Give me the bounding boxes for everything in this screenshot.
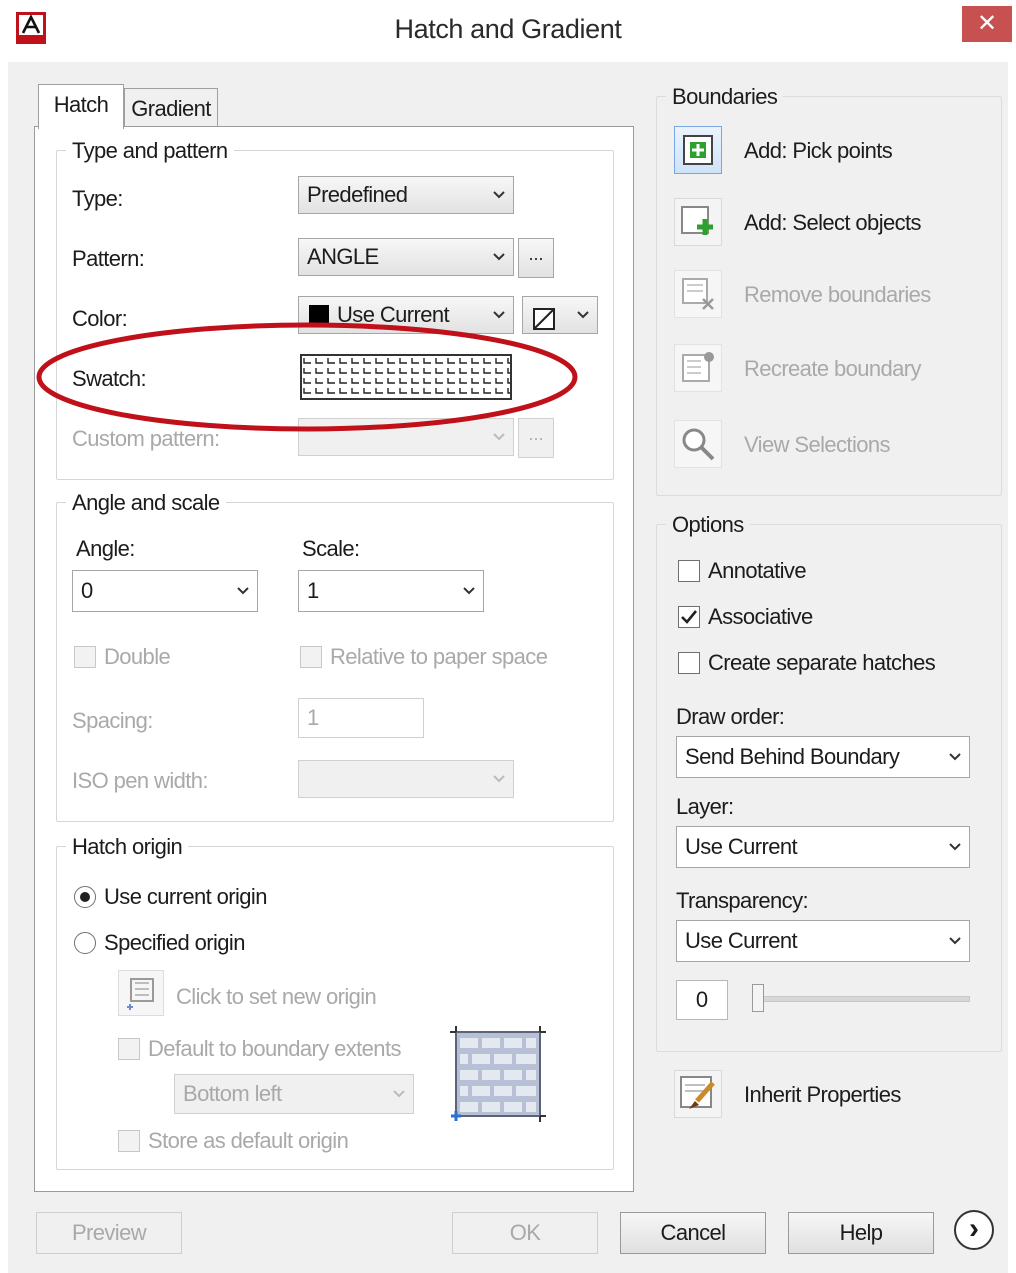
chevron-down-icon (947, 933, 963, 949)
remove-boundaries-label[interactable]: Remove boundaries (744, 282, 931, 308)
recreate-boundary-button[interactable] (674, 344, 722, 392)
more-options-button[interactable]: › (954, 1210, 994, 1250)
relative-paper-space-label: Relative to paper space (330, 644, 548, 669)
recreate-boundary-label[interactable]: Recreate boundary (744, 356, 922, 382)
draw-order-combobox[interactable]: Send Behind Boundary (676, 736, 970, 778)
paintbrush-icon (680, 1076, 715, 1109)
type-combobox[interactable]: Predefined (298, 176, 514, 214)
spacing-input[interactable]: 1 (298, 698, 424, 738)
type-label: Type: (72, 186, 123, 211)
layer-value: Use Current (685, 834, 798, 859)
select-objects-icon (681, 206, 713, 235)
origin-position-value: Bottom left (183, 1081, 282, 1106)
layer-label: Layer: (676, 794, 734, 819)
transparency-value: Use Current (685, 928, 798, 953)
angle-label: Angle: (76, 536, 135, 561)
hatch-origin-title: Hatch origin (66, 834, 189, 860)
spacing-label: Spacing: (72, 708, 153, 733)
transparency-label: Transparency: (676, 888, 809, 913)
chevron-down-icon (947, 749, 963, 765)
store-default-origin-checkbox[interactable] (118, 1130, 140, 1152)
store-default-origin-label: Store as default origin (148, 1128, 349, 1153)
inherit-properties-label[interactable]: Inherit Properties (744, 1082, 901, 1108)
chevron-down-icon (491, 187, 507, 203)
origin-position-combobox[interactable]: Bottom left (174, 1074, 414, 1114)
angle-combobox[interactable]: 0 (72, 570, 258, 612)
ok-button[interactable]: OK (452, 1212, 598, 1254)
close-button[interactable]: ✕ (962, 6, 1012, 42)
scale-label: Scale: (302, 536, 360, 561)
radio-dot (80, 892, 90, 902)
set-origin-icon (127, 978, 154, 1010)
inherit-properties-button[interactable] (674, 1070, 722, 1118)
double-label: Double (104, 644, 171, 669)
draw-order-label: Draw order: (676, 704, 785, 729)
chevron-down-icon (947, 839, 963, 855)
use-current-origin-radio[interactable] (74, 886, 96, 908)
view-selections-label[interactable]: View Selections (744, 432, 891, 458)
specified-origin-radio[interactable] (74, 932, 96, 954)
boundaries-title: Boundaries (666, 84, 784, 110)
associative-label: Associative (708, 604, 813, 629)
chevron-down-icon (461, 583, 477, 599)
specified-origin-label: Specified origin (104, 930, 245, 955)
transparency-amount-input[interactable]: 0 (676, 980, 728, 1020)
magnifier-icon (682, 428, 715, 461)
options-title: Options (666, 512, 750, 538)
iso-pen-width-label: ISO pen width: (72, 768, 209, 793)
create-separate-hatches-label: Create separate hatches (708, 650, 936, 675)
origin-preview-icon (448, 1026, 548, 1124)
recreate-boundary-icon (682, 352, 714, 382)
help-button[interactable]: Help (788, 1212, 934, 1254)
chevron-right-icon: › (969, 1212, 979, 1245)
use-current-origin-label: Use current origin (104, 884, 267, 909)
pick-points-icon (683, 135, 713, 165)
angle-and-scale-title: Angle and scale (66, 490, 226, 516)
chevron-down-icon (235, 583, 251, 599)
draw-order-value: Send Behind Boundary (685, 744, 900, 769)
chevron-down-icon (391, 1086, 407, 1102)
angle-value: 0 (81, 578, 93, 603)
click-set-origin-button[interactable] (118, 970, 164, 1016)
create-separate-hatches-checkbox[interactable] (678, 652, 700, 674)
pattern-value: ANGLE (307, 244, 379, 269)
scale-combobox[interactable]: 1 (298, 570, 484, 612)
preview-button[interactable]: Preview (36, 1212, 182, 1254)
pattern-browse-button[interactable]: ... (518, 238, 554, 278)
relative-paper-space-checkbox[interactable] (300, 646, 322, 668)
tab-hatch[interactable]: Hatch (38, 84, 124, 129)
double-checkbox[interactable] (74, 646, 96, 668)
type-value: Predefined (307, 182, 408, 207)
default-boundary-extents-checkbox[interactable] (118, 1038, 140, 1060)
view-selections-button[interactable] (674, 420, 722, 468)
iso-pen-width-combobox[interactable] (298, 760, 514, 798)
checkmark-icon (681, 610, 698, 624)
associative-checkbox[interactable] (678, 606, 700, 628)
chevron-down-icon (491, 771, 507, 787)
pattern-combobox[interactable]: ANGLE (298, 238, 514, 276)
remove-boundaries-icon (682, 278, 714, 310)
annotative-label: Annotative (708, 558, 807, 583)
add-pick-points-label[interactable]: Add: Pick points (744, 138, 893, 164)
window-title: Hatch and Gradient (394, 14, 622, 44)
scale-value: 1 (307, 578, 319, 603)
annotative-checkbox[interactable] (678, 560, 700, 582)
highlight-ellipse (32, 318, 582, 436)
add-select-objects-button[interactable] (674, 198, 722, 246)
chevron-down-icon (491, 249, 507, 265)
cancel-button[interactable]: Cancel (620, 1212, 766, 1254)
tab-gradient[interactable]: Gradient (124, 88, 218, 129)
add-pick-points-button[interactable] (674, 126, 722, 174)
add-select-objects-label[interactable]: Add: Select objects (744, 210, 922, 236)
default-boundary-extents-label: Default to boundary extents (148, 1036, 401, 1061)
transparency-slider-thumb[interactable] (752, 984, 764, 1012)
transparency-slider-track[interactable] (752, 996, 970, 1002)
click-set-origin-label: Click to set new origin (176, 984, 377, 1009)
layer-combobox[interactable]: Use Current (676, 826, 970, 868)
pattern-label: Pattern: (72, 246, 145, 271)
remove-boundaries-button[interactable] (674, 270, 722, 318)
transparency-combobox[interactable]: Use Current (676, 920, 970, 962)
type-and-pattern-title: Type and pattern (66, 138, 234, 164)
